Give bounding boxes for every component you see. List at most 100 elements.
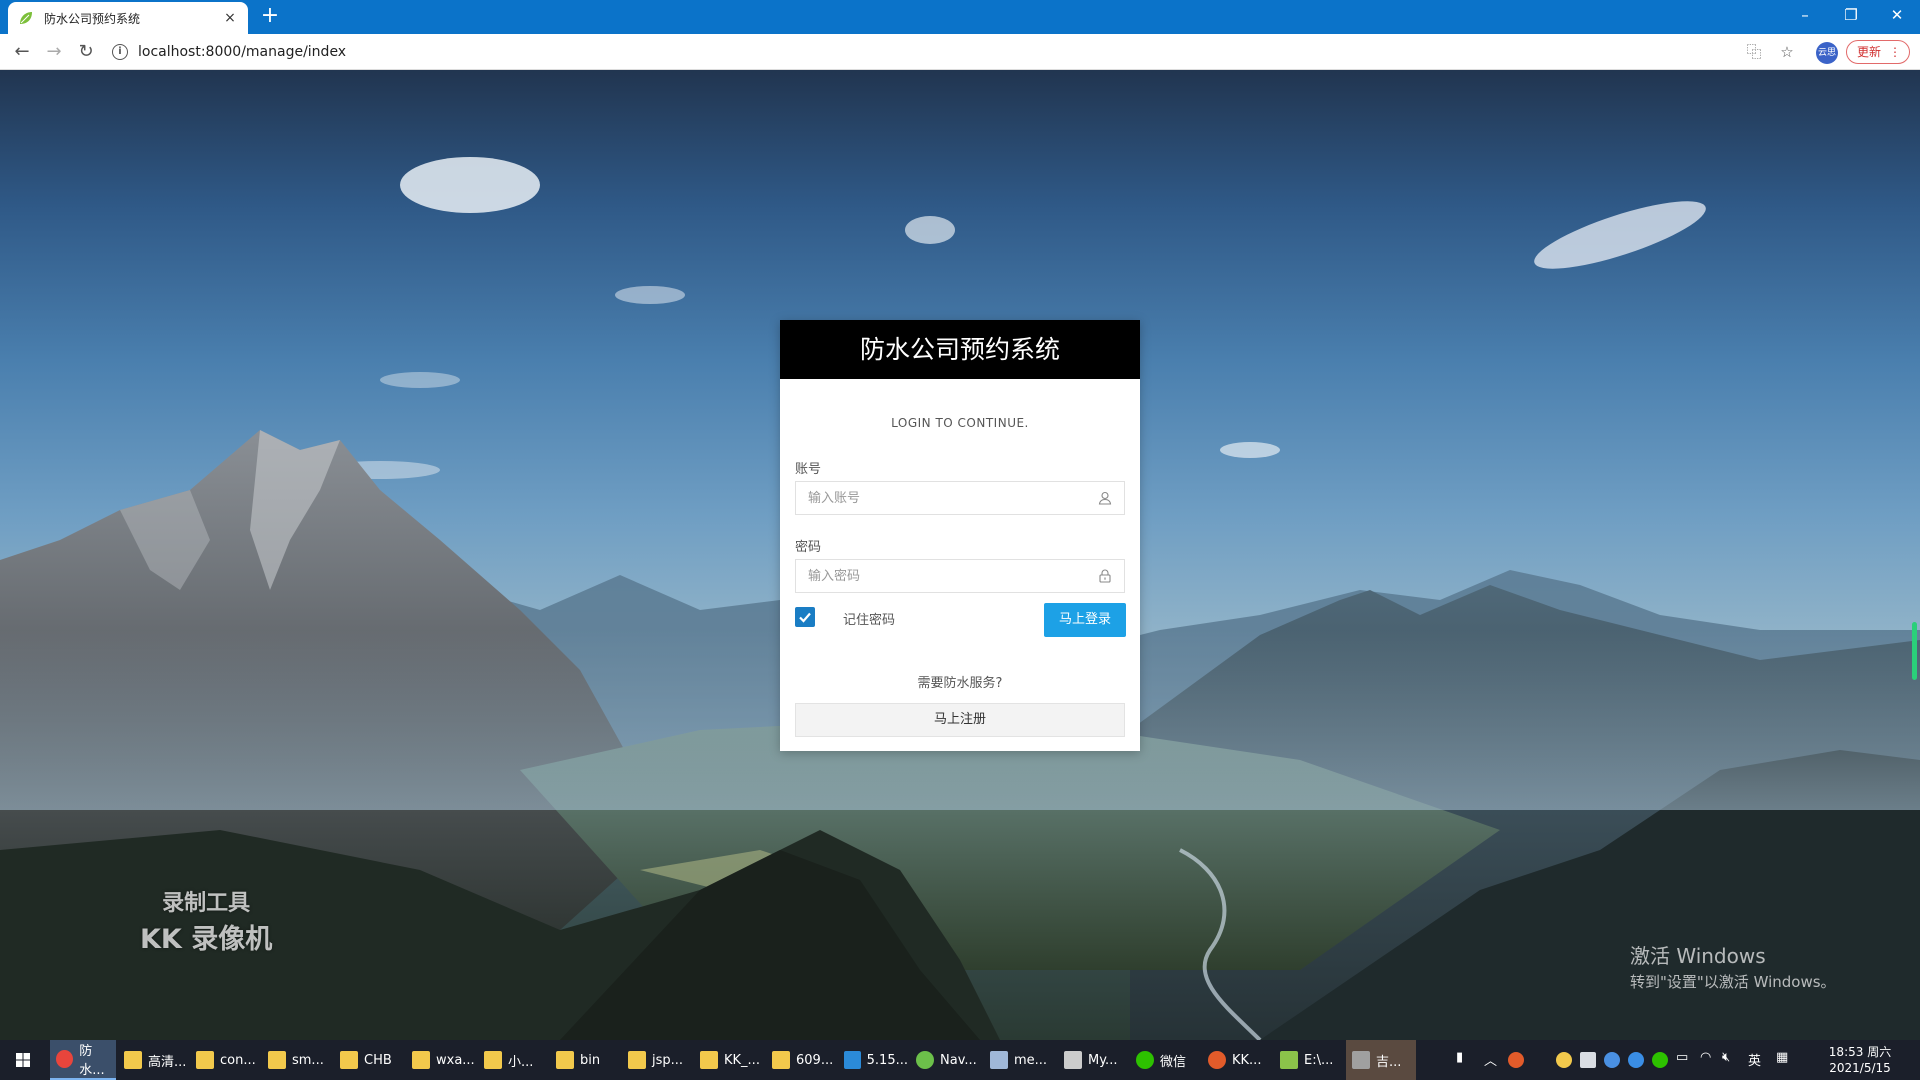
vscode-icon (844, 1051, 861, 1069)
chevron-up-icon[interactable]: ︿ (1484, 1050, 1497, 1069)
scroll-indicator[interactable] (1912, 622, 1917, 680)
forward-arrow-icon[interactable]: → (42, 40, 66, 64)
lock-icon (1099, 569, 1111, 583)
tray-wechat-icon[interactable] (1652, 1052, 1668, 1068)
login-title: 防水公司预约系统 (780, 320, 1140, 379)
register-button[interactable]: 马上注册 (795, 703, 1125, 737)
update-button[interactable]: 更新 ⋮ (1846, 40, 1910, 64)
taskbar-item-label: E:\... (1304, 1052, 1334, 1068)
new-tab-button[interactable]: + (258, 4, 282, 28)
activate-subtitle: 转到"设置"以激活 Windows。 (1630, 973, 1836, 991)
app-icon (1352, 1051, 1370, 1069)
taskbar-item[interactable]: con... (190, 1040, 260, 1080)
kk-tray-icon[interactable] (1508, 1052, 1524, 1068)
taskbar-item[interactable]: wxa... (406, 1040, 476, 1080)
clock-time: 18:53 周六 (1828, 1045, 1892, 1059)
keyboard-grid-icon[interactable]: ▦ (1776, 1050, 1788, 1065)
calc-icon (990, 1051, 1008, 1069)
taskbar-item-label: bin (580, 1052, 601, 1068)
taskbar-item[interactable]: 小... (478, 1040, 548, 1080)
taskbar-item-label: My... (1088, 1052, 1118, 1068)
taskbar-item[interactable]: 吉... (1346, 1040, 1416, 1080)
taskbar-item[interactable]: My... (1058, 1040, 1128, 1080)
taskbar-item-label: 微信 (1160, 1054, 1187, 1070)
navicat-icon (916, 1051, 934, 1069)
folder-icon (772, 1051, 790, 1069)
tray-app-icon[interactable] (1556, 1052, 1572, 1068)
watermark-line1: 录制工具 (162, 891, 251, 916)
taskbar-item[interactable]: KK_... (694, 1040, 764, 1080)
password-input[interactable] (796, 560, 1086, 592)
folder-icon (124, 1051, 142, 1069)
address-url: localhost:8000/manage/index (138, 44, 347, 60)
windows-taskbar: 防水... 高清... con... sm... CHB wxa... 小... bin jsp… (0, 1040, 1920, 1080)
taskbar-item-label: 5.15... (866, 1052, 908, 1068)
watermark-line2: KK 录像机 (140, 924, 273, 955)
activate-title: 激活 Windows (1630, 944, 1766, 968)
kk-icon (1208, 1051, 1226, 1069)
taskbar-item-label: CHB (364, 1052, 392, 1068)
tray-network-icon[interactable]: ▭ (1676, 1050, 1688, 1065)
password-field[interactable] (795, 559, 1125, 593)
minimize-window-button[interactable]: – (1782, 0, 1828, 30)
taskbar-item[interactable]: Nav... (910, 1040, 982, 1080)
login-button[interactable]: 马上登录 (1044, 603, 1126, 637)
taskbar-clock[interactable]: 18:53 周六 2021/5/15 (1820, 1044, 1900, 1076)
volume-muted-icon[interactable]: 🔇︎ (1722, 1050, 1730, 1065)
taskbar-item[interactable]: E:\... (1274, 1040, 1344, 1080)
reload-icon[interactable]: ↻ (74, 40, 98, 64)
taskbar-item[interactable]: bin (550, 1040, 620, 1080)
page-background: 录制工具 KK 录像机 激活 Windows 转到"设置"以激活 Windows… (0, 70, 1920, 1040)
account-input[interactable] (796, 482, 1086, 514)
profile-avatar[interactable]: 云思 (1816, 42, 1838, 64)
close-window-button[interactable]: ✕ (1874, 0, 1920, 30)
taskbar-item-label: KK_... (724, 1052, 760, 1068)
account-field[interactable] (795, 481, 1125, 515)
taskbar-item-label: con... (220, 1052, 256, 1068)
taskbar-item-label: Nav... (940, 1052, 977, 1068)
taskbar-item[interactable]: 高清... (118, 1040, 188, 1080)
taskbar-item-label: sm... (292, 1052, 324, 1068)
taskbar-item[interactable]: 609... (766, 1040, 836, 1080)
taskbar-item[interactable]: me... (984, 1040, 1056, 1080)
remember-password-checkbox[interactable] (795, 607, 815, 627)
windows-start-icon[interactable] (0, 1040, 46, 1080)
back-arrow-icon[interactable]: ← (10, 40, 34, 64)
bookmark-star-icon[interactable]: ☆ (1777, 42, 1797, 62)
feather-icon (1064, 1051, 1082, 1069)
recorder-watermark: 录制工具 KK 录像机 (140, 885, 272, 956)
wifi-icon[interactable]: ◠ (1700, 1050, 1711, 1065)
taskbar-item[interactable]: 5.15... (838, 1040, 908, 1080)
taskbar-item-label: jsp... (652, 1052, 684, 1068)
close-tab-icon[interactable]: × (222, 10, 238, 26)
browser-tab-strip: 防水公司预约系统 × + – ❐ ✕ (0, 0, 1920, 34)
notepad-icon (1280, 1051, 1298, 1069)
taskbar-item[interactable]: CHB (334, 1040, 404, 1080)
taskbar-item[interactable]: jsp... (622, 1040, 692, 1080)
folder-icon (484, 1051, 502, 1069)
translate-icon[interactable]: ⿻ (1744, 42, 1764, 62)
update-label: 更新 (1857, 45, 1882, 59)
tray-cloud-icon[interactable] (1628, 1052, 1644, 1068)
address-bar[interactable]: i localhost:8000/manage/index (112, 39, 1752, 65)
taskbar-item-label: 防水... (79, 1044, 105, 1078)
taskbar-item[interactable]: 微信 (1130, 1040, 1200, 1080)
battery-icon[interactable]: ▮ (1456, 1050, 1463, 1065)
folder-icon (556, 1051, 574, 1069)
remember-password-label[interactable]: 记住密码 (843, 609, 895, 628)
browser-toolbar: ← → ↻ i localhost:8000/manage/index ⿻ ☆ … (0, 34, 1920, 70)
taskbar-item-label: 高清... (148, 1054, 187, 1070)
folder-icon (700, 1051, 718, 1069)
tray-shield-icon[interactable] (1604, 1052, 1620, 1068)
taskbar-item[interactable]: sm... (262, 1040, 332, 1080)
account-label: 账号 (795, 462, 822, 477)
taskbar-item[interactable]: 防水... (50, 1040, 116, 1080)
browser-tab[interactable]: 防水公司预约系统 × (8, 2, 248, 34)
tray-monitor-icon[interactable] (1580, 1052, 1596, 1068)
folder-icon (628, 1051, 646, 1069)
ime-indicator[interactable]: 英 (1748, 1050, 1761, 1069)
taskbar-item[interactable]: KK... (1202, 1040, 1272, 1080)
more-menu-icon[interactable]: ⋮ (1889, 41, 1901, 63)
restore-window-button[interactable]: ❐ (1828, 0, 1874, 30)
site-info-icon[interactable]: i (112, 44, 128, 60)
